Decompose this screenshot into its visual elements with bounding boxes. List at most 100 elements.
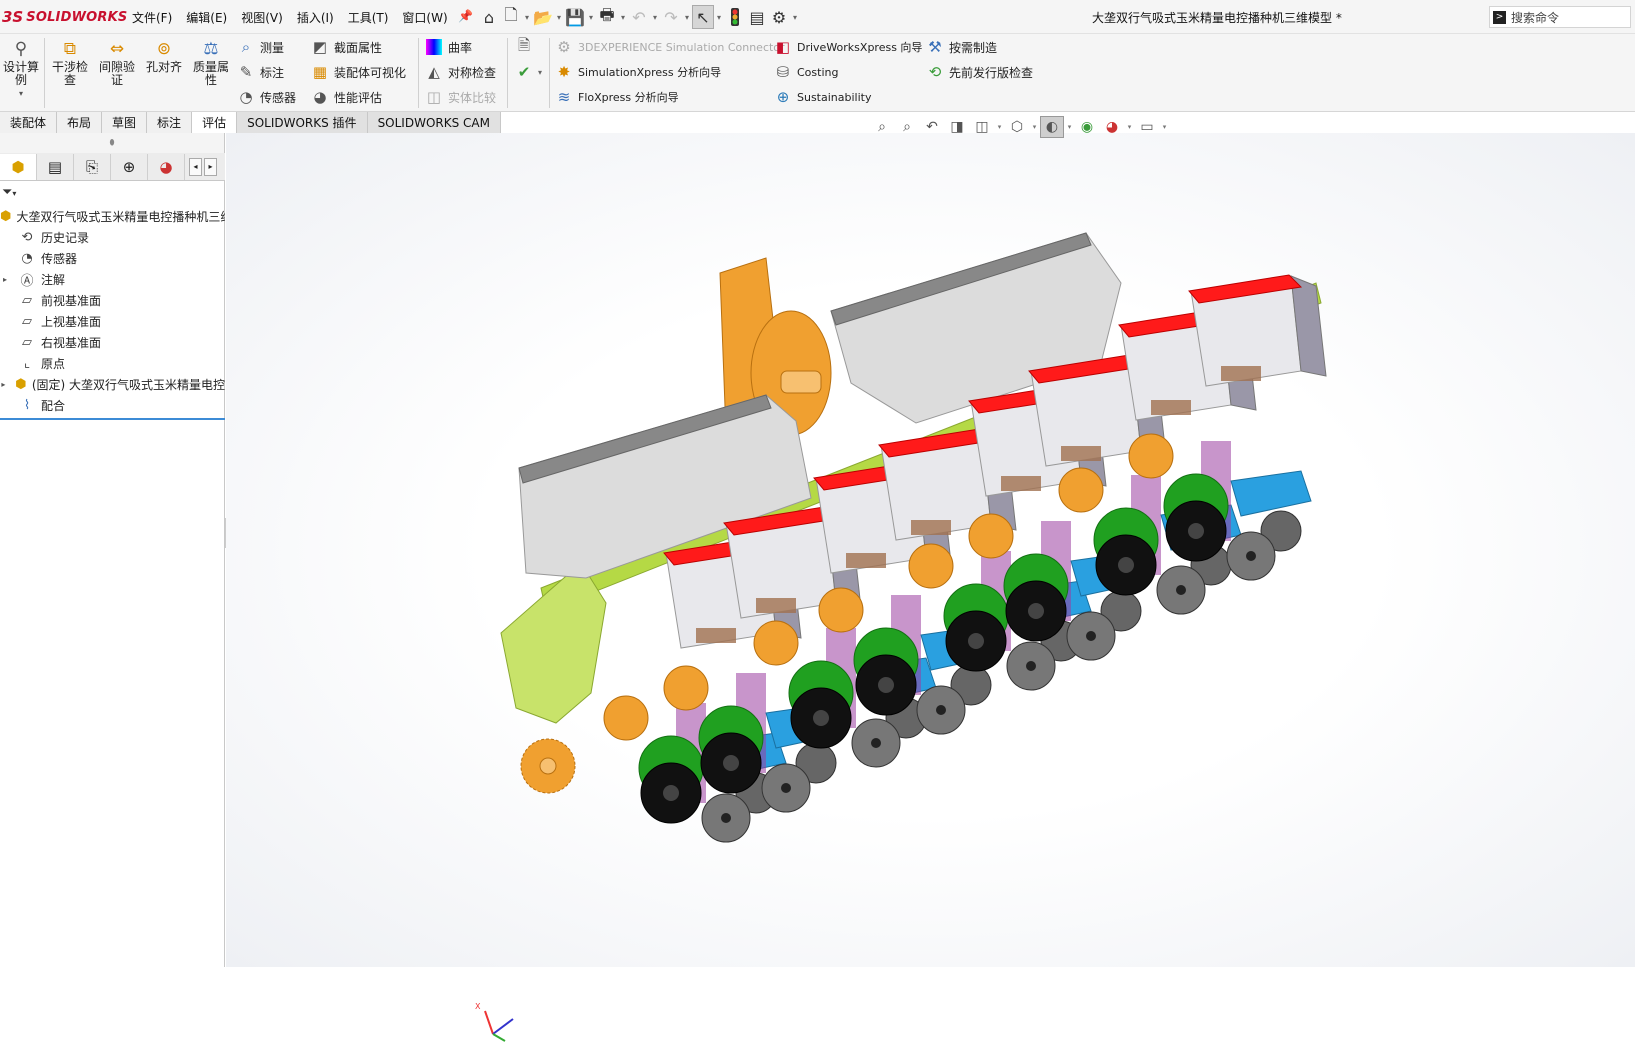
tab-solidworks-cam[interactable]: SOLIDWORKS CAM <box>367 112 501 133</box>
panel-next-icon[interactable]: ▸ <box>204 157 217 176</box>
menu-insert[interactable]: 插入(I) <box>297 9 334 26</box>
tree-item-front-plane[interactable]: ▱ 前视基准面 <box>0 290 225 311</box>
tab-markup[interactable]: 标注 <box>147 112 193 133</box>
interference-check-button[interactable]: ⧉ 干涉检查 <box>50 38 90 87</box>
assembly-visualization-button[interactable]: ▦ 装配体可视化 <box>310 62 406 82</box>
section-view-icon[interactable]: ◨ <box>945 116 969 138</box>
tree-item-right-plane[interactable]: ▱ 右视基准面 <box>0 332 225 353</box>
check-tools-dropdown-icon[interactable]: ▾ <box>538 68 542 77</box>
print-dropdown-icon[interactable]: ▾ <box>618 13 628 22</box>
redo-dropdown-icon[interactable]: ▾ <box>682 13 692 22</box>
display-manager-tab-icon[interactable]: ◕ <box>148 153 185 180</box>
expand-icon[interactable]: ▸ <box>0 275 10 284</box>
solidworks-logo[interactable]: 3S SOLIDWORKS <box>2 7 127 27</box>
rebuild-traffic-light-icon[interactable] <box>724 5 746 29</box>
compare-bodies-button[interactable]: ◫ 实体比较 <box>424 87 496 107</box>
tree-item-fixed-part[interactable]: ▸ ⬢ (固定) 大垄双行气吸式玉米精量电控 <box>0 374 225 395</box>
select-cursor-icon[interactable]: ↖ <box>692 5 714 29</box>
dynamic-annotation-dropdown-icon[interactable]: ▾ <box>995 116 1004 138</box>
measure-button[interactable]: ⌕ 测量 <box>236 37 284 57</box>
mass-properties-icon: ⚖ <box>203 38 219 59</box>
tab-solidworks-addins[interactable]: SOLIDWORKS 插件 <box>237 112 368 133</box>
open-icon[interactable]: 📂 <box>532 5 554 29</box>
menu-view[interactable]: 视图(V) <box>241 9 283 26</box>
edit-appearance-icon[interactable]: ◕ <box>1100 116 1124 138</box>
home-icon[interactable]: ⌂ <box>478 5 500 29</box>
appearance-dropdown-icon[interactable]: ▾ <box>1125 116 1134 138</box>
feature-manager-tab-icon[interactable]: ⬢ <box>0 153 37 180</box>
tab-sketch[interactable]: 草图 <box>102 112 148 133</box>
display-style-icon[interactable]: ◐ <box>1040 116 1064 138</box>
tab-evaluate[interactable]: 评估 <box>192 112 238 133</box>
pin-menu-icon[interactable]: 📌 <box>458 9 473 23</box>
options-dropdown-icon[interactable]: ▾ <box>790 13 800 22</box>
undo-dropdown-icon[interactable]: ▾ <box>650 13 660 22</box>
options-gear-icon[interactable]: ⚙ <box>768 5 790 29</box>
panel-prev-icon[interactable]: ◂ <box>189 157 202 176</box>
new-document-icon[interactable]: 🗋 <box>500 5 522 29</box>
symmetry-check-button[interactable]: ◭ 对称检查 <box>424 62 496 82</box>
search-commands[interactable]: > 搜索命令 <box>1489 6 1631 28</box>
display-style-dropdown-icon[interactable]: ▾ <box>1065 116 1074 138</box>
tree-item-history[interactable]: ⟲ 历史记录 <box>0 227 225 248</box>
tree-item-sensors[interactable]: ◔ 传感器 <box>0 248 225 269</box>
dimxpert-tab-icon[interactable]: ⊕ <box>111 153 148 180</box>
tree-rollback-bar[interactable] <box>0 418 225 420</box>
hide-show-items-icon[interactable]: ◉ <box>1075 116 1099 138</box>
driveworksxpress-button[interactable]: ◧ DriveWorksXpress 向导 <box>773 37 923 57</box>
new-dropdown-icon[interactable]: ▾ <box>522 13 532 22</box>
redo-icon[interactable]: ↷ <box>660 5 682 29</box>
tree-item-mates[interactable]: ⌇ 配合 <box>0 395 225 416</box>
design-study-button[interactable]: ⚲ 设计算例 ▾ <box>2 38 40 100</box>
check-tools-button[interactable]: ✔ ▾ <box>514 62 542 82</box>
tree-item-top-plane[interactable]: ▱ 上视基准面 <box>0 311 225 332</box>
simulationxpress-button[interactable]: ✸ SimulationXpress 分析向导 <box>554 62 721 82</box>
configuration-manager-tab-icon[interactable]: ⎘ <box>74 153 111 180</box>
menu-file[interactable]: 文件(F) <box>132 9 172 26</box>
save-icon[interactable]: 💾 <box>564 5 586 29</box>
view-settings-dropdown-icon[interactable]: ▾ <box>1160 116 1169 138</box>
annotation-button[interactable]: ✎ 标注 <box>236 62 284 82</box>
tree-filter-icon[interactable]: ⏷▾ <box>2 185 16 200</box>
hole-alignment-button[interactable]: ⊚ 孔对齐 <box>143 38 185 74</box>
dynamic-annotation-icon[interactable]: ◫ <box>970 116 994 138</box>
undo-icon[interactable]: ↶ <box>628 5 650 29</box>
tree-item-origin[interactable]: ⌞ 原点 <box>0 353 225 374</box>
zoom-to-area-icon[interactable]: ⌕ <box>895 116 919 138</box>
panel-grip[interactable]: ⬮ <box>0 133 224 153</box>
mass-properties-button[interactable]: ⚖ 质量属性 <box>190 38 232 87</box>
previous-view-icon[interactable]: ↶ <box>920 116 944 138</box>
clearance-verify-button[interactable]: ⇔ 间隙验证 <box>96 38 138 87</box>
design-study-dropdown-icon[interactable]: ▾ <box>19 87 23 100</box>
open-dropdown-icon[interactable]: ▾ <box>554 13 564 22</box>
graphics-viewport[interactable]: X <box>226 133 1635 1042</box>
costing-button[interactable]: ⛁ Costing <box>773 62 839 82</box>
performance-evaluation-button[interactable]: ◕ 性能评估 <box>310 87 382 107</box>
expand-icon[interactable]: ▸ <box>0 380 7 389</box>
floxpress-button[interactable]: ≋ FloXpress 分析向导 <box>554 87 679 107</box>
view-orientation-dropdown-icon[interactable]: ▾ <box>1030 116 1039 138</box>
tree-item-root-assembly[interactable]: ⬢ 大垄双行气吸式玉米精量电控播种机三维模型 <box>0 206 225 227</box>
tab-layout[interactable]: 布局 <box>57 112 103 133</box>
make-on-demand-button[interactable]: ⚒ 按需制造 <box>925 37 997 57</box>
check-button[interactable]: 🗎 <box>514 36 538 57</box>
curvature-button[interactable]: 曲率 <box>424 37 472 57</box>
menu-edit[interactable]: 编辑(E) <box>186 9 227 26</box>
3dx-connector-button[interactable]: ⚙ 3DEXPERIENCE Simulation Connector <box>554 37 784 57</box>
property-manager-tab-icon[interactable]: ▤ <box>37 153 74 180</box>
menu-window[interactable]: 窗口(W) <box>402 9 447 26</box>
select-dropdown-icon[interactable]: ▾ <box>714 13 724 22</box>
menu-tools[interactable]: 工具(T) <box>348 9 389 26</box>
tree-item-annotations[interactable]: ▸ Ⓐ 注解 <box>0 269 225 290</box>
tab-assembly[interactable]: 装配体 <box>0 112 58 133</box>
previous-release-check-button[interactable]: ⟲ 先前发行版检查 <box>925 62 1033 82</box>
view-orientation-icon[interactable]: ⬡ <box>1005 116 1029 138</box>
sensor-button[interactable]: ◔ 传感器 <box>236 87 296 107</box>
section-properties-button[interactable]: ◩ 截面属性 <box>310 37 382 57</box>
view-settings-icon[interactable]: ▭ <box>1135 116 1159 138</box>
zoom-to-fit-icon[interactable]: ⌕ <box>870 116 894 138</box>
print-icon[interactable]: 🖶 <box>596 5 618 29</box>
save-dropdown-icon[interactable]: ▾ <box>586 13 596 22</box>
sustainability-button[interactable]: ⊕ Sustainability <box>773 87 872 107</box>
file-properties-icon[interactable]: ▤ <box>746 5 768 29</box>
